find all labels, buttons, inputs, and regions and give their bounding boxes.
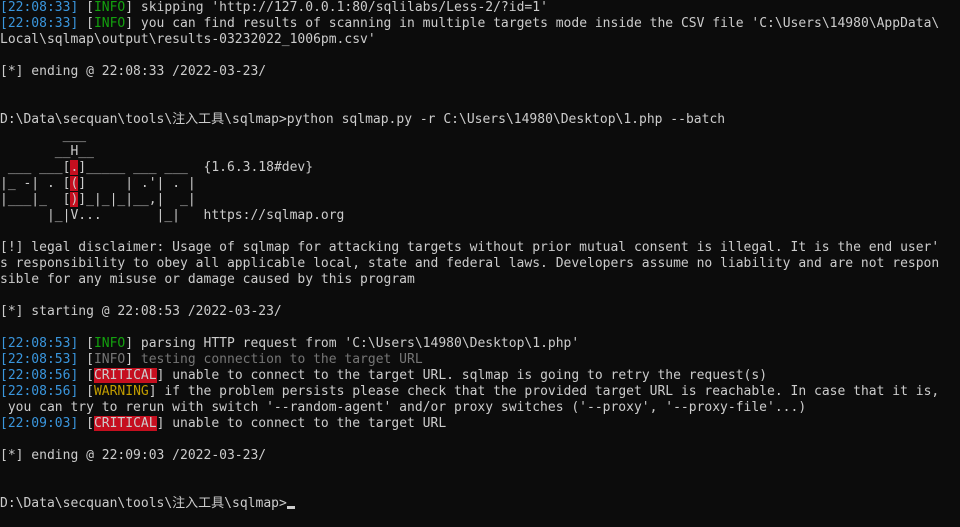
line-text: [ bbox=[78, 416, 94, 431]
terminal-line: you can try to rerun with switch '--rand… bbox=[0, 400, 806, 416]
timestamp: [22:08:53] bbox=[0, 352, 79, 367]
logo-art: |_ -| . [ bbox=[0, 176, 71, 191]
line-text: [*] ending @ 22:09:03 /2022-03-23/ bbox=[0, 448, 267, 463]
line-text: ] unable to connect to the target URL bbox=[156, 416, 447, 431]
line-text: [!] legal disclaimer: Usage of sqlmap fo… bbox=[0, 240, 940, 255]
line-text: ] you can find results of scanning in mu… bbox=[125, 16, 940, 31]
line-text: s responsibility to obey all applicable … bbox=[0, 256, 940, 271]
terminal-line: [*] ending @ 22:08:33 /2022-03-23/ bbox=[0, 64, 266, 80]
line-text: [ bbox=[78, 16, 94, 31]
timestamp: [22:08:33] bbox=[0, 16, 79, 31]
line-text: ] unable to connect to the target URL. s… bbox=[156, 368, 768, 383]
line-text: ] skipping 'http://127.0.0.1:80/sqlilabs… bbox=[125, 0, 548, 15]
line-text: [ bbox=[78, 368, 94, 383]
logo-art: ] | .'| . | bbox=[78, 176, 196, 191]
line-text: Local\sqlmap\output\results-03232022_100… bbox=[0, 32, 376, 47]
line-text: ] parsing HTTP request from 'C:\Users\14… bbox=[125, 336, 580, 351]
logo-art: __H__ bbox=[0, 144, 94, 159]
terminal-line: [!] legal disclaimer: Usage of sqlmap fo… bbox=[0, 240, 939, 256]
logo-art: ]_|_|_|__,| _| bbox=[78, 192, 196, 207]
dim-text: INFO bbox=[93, 352, 126, 367]
terminal-window[interactable]: [22:08:33] [INFO] skipping 'http://127.0… bbox=[0, 0, 960, 527]
level-info: INFO bbox=[93, 336, 126, 351]
terminal-line: s responsibility to obey all applicable … bbox=[0, 256, 939, 272]
line-text: sible for any misuse or damage caused by… bbox=[0, 272, 415, 287]
timestamp: [22:08:56] bbox=[0, 368, 79, 383]
terminal-line: [22:08:53] [INFO] parsing HTTP request f… bbox=[0, 336, 579, 352]
terminal-line: ___ ___[.]_____ ___ ___ {1.6.3.18#dev} bbox=[0, 160, 313, 176]
terminal-line: ___ bbox=[0, 128, 86, 144]
line-text: [*] starting @ 22:08:53 /2022-03-23/ bbox=[0, 304, 282, 319]
level-critical: CRITICAL bbox=[93, 416, 157, 431]
terminal-line: [*] ending @ 22:09:03 /2022-03-23/ bbox=[0, 448, 266, 464]
timestamp: [22:08:33] bbox=[0, 0, 79, 15]
line-text: D:\Data\secquan\tools\注入工具\sqlmap> bbox=[0, 496, 287, 511]
terminal-line: [22:08:33] [INFO] you can find results o… bbox=[0, 16, 939, 32]
line-text: {1.6.3.18#dev} bbox=[203, 160, 314, 175]
line-text: [*] ending @ 22:08:33 /2022-03-23/ bbox=[0, 64, 267, 79]
terminal-line: sible for any misuse or damage caused by… bbox=[0, 272, 415, 288]
level-warning: WARNING bbox=[93, 384, 149, 399]
logo-art: ___ bbox=[0, 128, 87, 143]
terminal-line: Local\sqlmap\output\results-03232022_100… bbox=[0, 32, 376, 48]
logo-art: |___|_ [ bbox=[0, 192, 71, 207]
line-text: [ bbox=[78, 336, 94, 351]
terminal-line: |_ -| . [(] | .'| . | bbox=[0, 176, 196, 192]
line-text: ] if the problem persists please check t… bbox=[148, 384, 940, 399]
logo-art: ___ ___[ bbox=[0, 160, 71, 175]
level-critical: CRITICAL bbox=[93, 368, 157, 383]
terminal-line: __H__ bbox=[0, 144, 94, 160]
dim-text: testing connection to the target URL bbox=[140, 352, 423, 367]
terminal-line: D:\Data\secquan\tools\注入工具\sqlmap>python… bbox=[0, 112, 725, 128]
line-text: [ bbox=[78, 0, 94, 15]
terminal-line: D:\Data\secquan\tools\注入工具\sqlmap> bbox=[0, 496, 295, 512]
line-text: D:\Data\secquan\tools\注入工具\sqlmap>python… bbox=[0, 112, 726, 127]
text-cursor bbox=[286, 506, 295, 509]
terminal-line: [*] starting @ 22:08:53 /2022-03-23/ bbox=[0, 304, 282, 320]
terminal-line: [22:08:53] [INFO] testing connection to … bbox=[0, 352, 423, 368]
timestamp: [22:08:56] bbox=[0, 384, 79, 399]
line-text: https://sqlmap.org bbox=[203, 208, 345, 223]
line-text: [ bbox=[78, 384, 94, 399]
line-text: you can try to rerun with switch '--rand… bbox=[0, 400, 807, 415]
logo-art: |_|V... |_| bbox=[0, 208, 204, 223]
terminal-line: [22:08:56] [WARNING] if the problem pers… bbox=[0, 384, 939, 400]
logo-art: ]_____ ___ ___ bbox=[78, 160, 204, 175]
terminal-line: |___|_ [)]_|_|_|__,| _| bbox=[0, 192, 196, 208]
level-info: INFO bbox=[93, 16, 126, 31]
line-text: [ bbox=[78, 352, 94, 367]
timestamp: [22:08:53] bbox=[0, 336, 79, 351]
timestamp: [22:09:03] bbox=[0, 416, 79, 431]
terminal-line: [22:09:03] [CRITICAL] unable to connect … bbox=[0, 416, 446, 432]
level-info: INFO bbox=[93, 0, 126, 15]
line-text: ] bbox=[125, 352, 141, 367]
terminal-line: [22:08:33] [INFO] skipping 'http://127.0… bbox=[0, 0, 548, 16]
terminal-line: [22:08:56] [CRITICAL] unable to connect … bbox=[0, 368, 767, 384]
terminal-line: |_|V... |_| https://sqlmap.org bbox=[0, 208, 344, 224]
